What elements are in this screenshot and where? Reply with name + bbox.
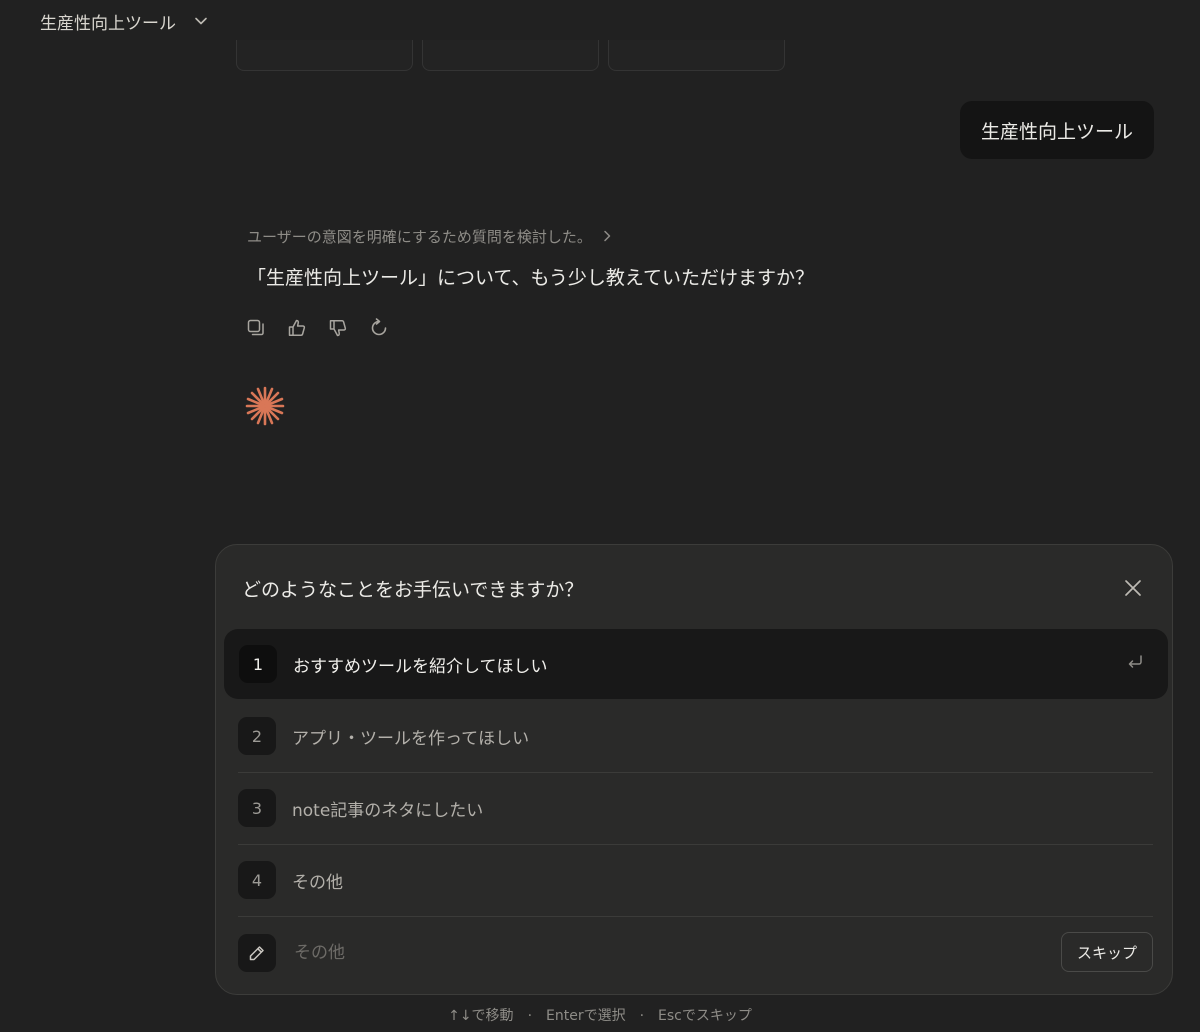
option-number: 3 xyxy=(238,789,276,827)
enter-icon xyxy=(1126,653,1144,675)
keyboard-hints: ↑↓で移動 · Enterで選択 · Escでスキップ xyxy=(0,1005,1200,1025)
option-1[interactable]: 1 おすすめツールを紹介してほしい xyxy=(224,629,1168,699)
hint-separator: · xyxy=(527,1008,533,1024)
hint-select: Enterで選択 xyxy=(546,1008,626,1024)
skip-button[interactable]: スキップ xyxy=(1061,932,1153,972)
option-label: おすすめツールを紹介してほしい xyxy=(293,656,548,677)
user-message: 生産性向上ツール xyxy=(959,101,1154,159)
panel-question: どのようなことをお手伝いできますか？ xyxy=(242,579,584,601)
option-label: note記事のネタにしたい xyxy=(292,800,484,821)
thinking-summary-toggle[interactable]: ユーザーの意図を明確にするため質問を検討した。 xyxy=(247,226,612,247)
top-bar: 生産性向上ツール xyxy=(0,0,1200,44)
thinking-summary-text: ユーザーの意図を明確にするため質問を検討した。 xyxy=(247,228,592,246)
option-2[interactable]: 2 アプリ・ツールを作ってほしい xyxy=(238,701,1182,771)
option-4[interactable]: 4 その他 xyxy=(238,845,1182,915)
option-number: 4 xyxy=(238,861,276,899)
divider xyxy=(238,916,1153,917)
option-number: 2 xyxy=(238,717,276,755)
hint-skip: Escでスキップ xyxy=(658,1008,752,1024)
option-label: アプリ・ツールを作ってほしい xyxy=(292,728,530,749)
assistant-message: 「生産性向上ツール」について、もう少し教えていただけますか？ xyxy=(247,267,814,289)
retry-icon[interactable] xyxy=(367,316,390,339)
custom-answer-input[interactable] xyxy=(292,942,996,964)
option-number: 1 xyxy=(239,645,277,683)
suggestion-card[interactable] xyxy=(236,40,413,71)
suggestion-card[interactable] xyxy=(422,40,599,71)
custom-answer-row: スキップ xyxy=(238,932,1153,974)
spark-icon xyxy=(244,385,286,431)
option-label: その他 xyxy=(292,872,343,893)
conversation-title: 生産性向上ツール xyxy=(40,13,176,34)
thumbs-down-icon[interactable] xyxy=(326,316,349,339)
hint-move: ↑↓で移動 xyxy=(448,1008,514,1024)
pencil-icon xyxy=(238,934,276,972)
message-actions xyxy=(244,316,390,339)
chevron-down-icon xyxy=(194,14,208,28)
hint-separator: · xyxy=(639,1008,645,1024)
conversation-title-button[interactable]: 生産性向上ツール xyxy=(40,8,208,34)
thumbs-up-icon[interactable] xyxy=(285,316,308,339)
clarifying-question-panel: どのようなことをお手伝いできますか？ 1 おすすめツールを紹介してほしい 2 ア… xyxy=(215,544,1173,995)
chevron-right-icon xyxy=(602,228,612,246)
option-3[interactable]: 3 note記事のネタにしたい xyxy=(238,773,1182,843)
close-icon[interactable] xyxy=(1122,577,1144,599)
suggestion-card[interactable] xyxy=(608,40,785,71)
copy-icon[interactable] xyxy=(244,316,267,339)
